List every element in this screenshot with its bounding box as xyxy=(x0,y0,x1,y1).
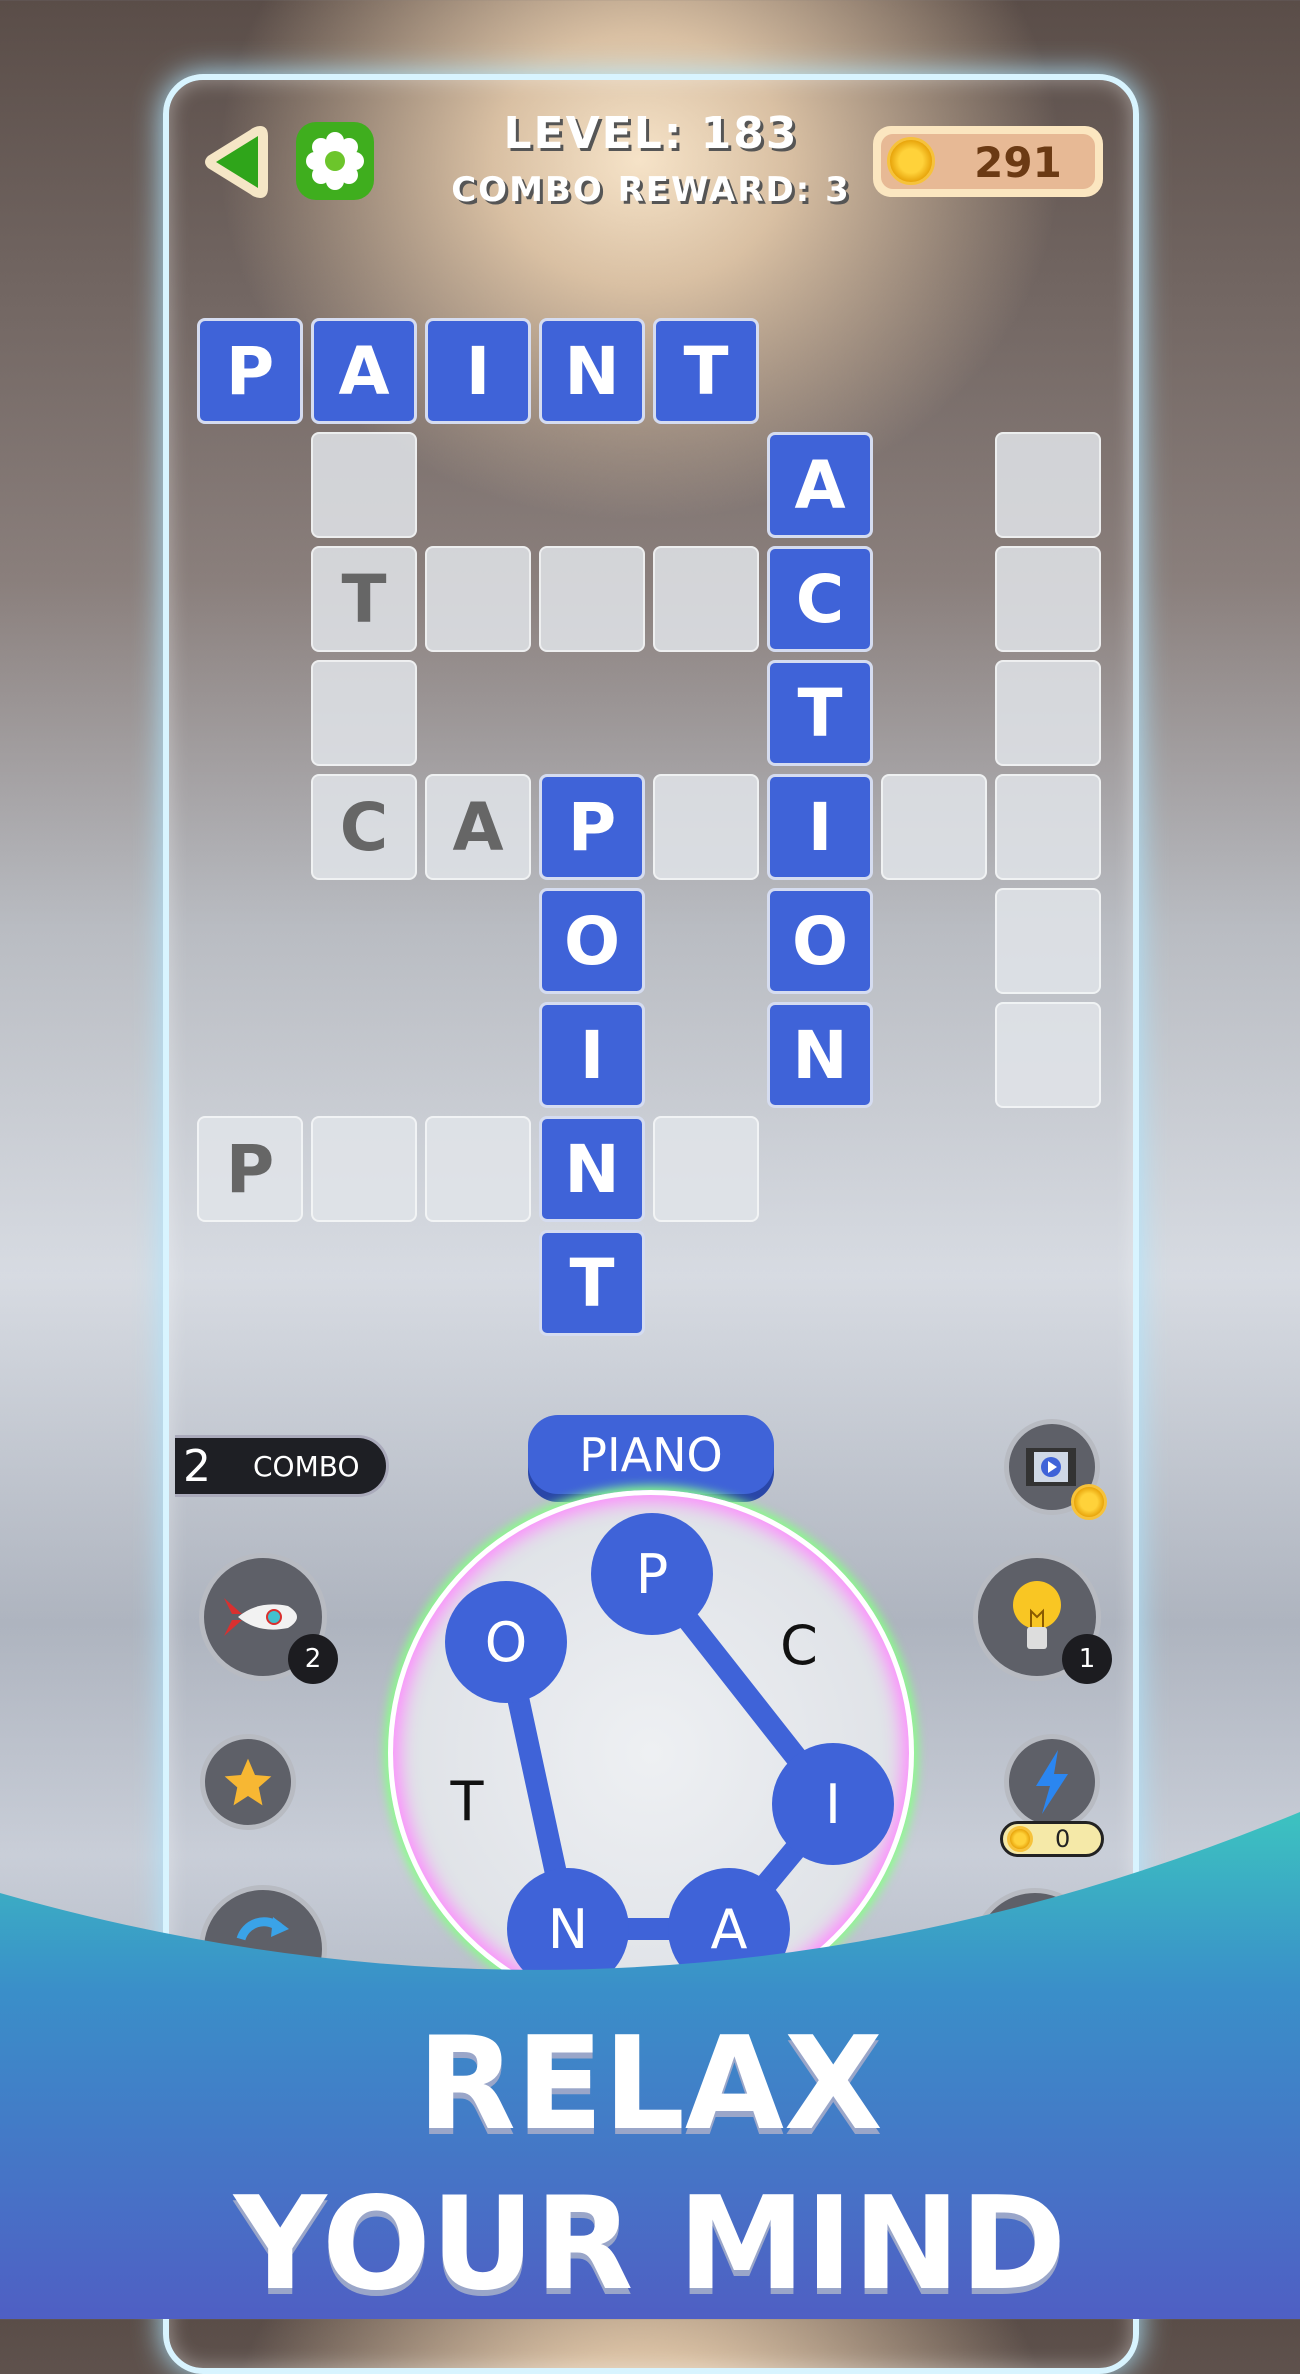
tagline-line1: RELAX xyxy=(417,2010,883,2159)
lightbulb-icon xyxy=(1013,1581,1061,1649)
lightning-cost: 0 xyxy=(1000,1821,1104,1857)
swipe-path xyxy=(495,1567,844,1940)
lightning-booster-button[interactable] xyxy=(1004,1734,1100,1830)
wheel-letter[interactable]: O xyxy=(445,1581,567,1703)
extra-booster-button[interactable] xyxy=(971,1888,1099,2016)
wheel-letter[interactable]: C xyxy=(738,1584,860,1706)
rocket-icon xyxy=(224,1598,297,1636)
shuffle-icon xyxy=(236,1917,290,1981)
wheel-letter[interactable]: N xyxy=(507,1868,629,1990)
video-coins-icon xyxy=(1026,1448,1076,1486)
wheel-letter[interactable]: I xyxy=(772,1743,894,1865)
video-reward-button[interactable] xyxy=(1004,1419,1107,1520)
coin-icon xyxy=(1007,1826,1033,1852)
star-booster-button[interactable] xyxy=(200,1734,296,1830)
hint-bulb-button[interactable]: 1 xyxy=(973,1553,1112,1684)
rocket-count: 2 xyxy=(288,1634,338,1684)
star-icon xyxy=(224,1758,272,1806)
shuffle-button[interactable] xyxy=(199,1885,327,2013)
lightning-icon xyxy=(1036,1750,1068,1814)
wheel-letter[interactable]: T xyxy=(406,1740,528,1862)
wheel-letter[interactable]: P xyxy=(591,1513,713,1635)
hint-count: 1 xyxy=(1062,1634,1112,1684)
wheel-letter[interactable]: A xyxy=(668,1868,790,1990)
tagline-line2: YOUR MIND xyxy=(233,2170,1067,2319)
rocket-booster-button[interactable]: 2 xyxy=(199,1553,338,1684)
coin-stack-icon xyxy=(1071,1484,1107,1520)
